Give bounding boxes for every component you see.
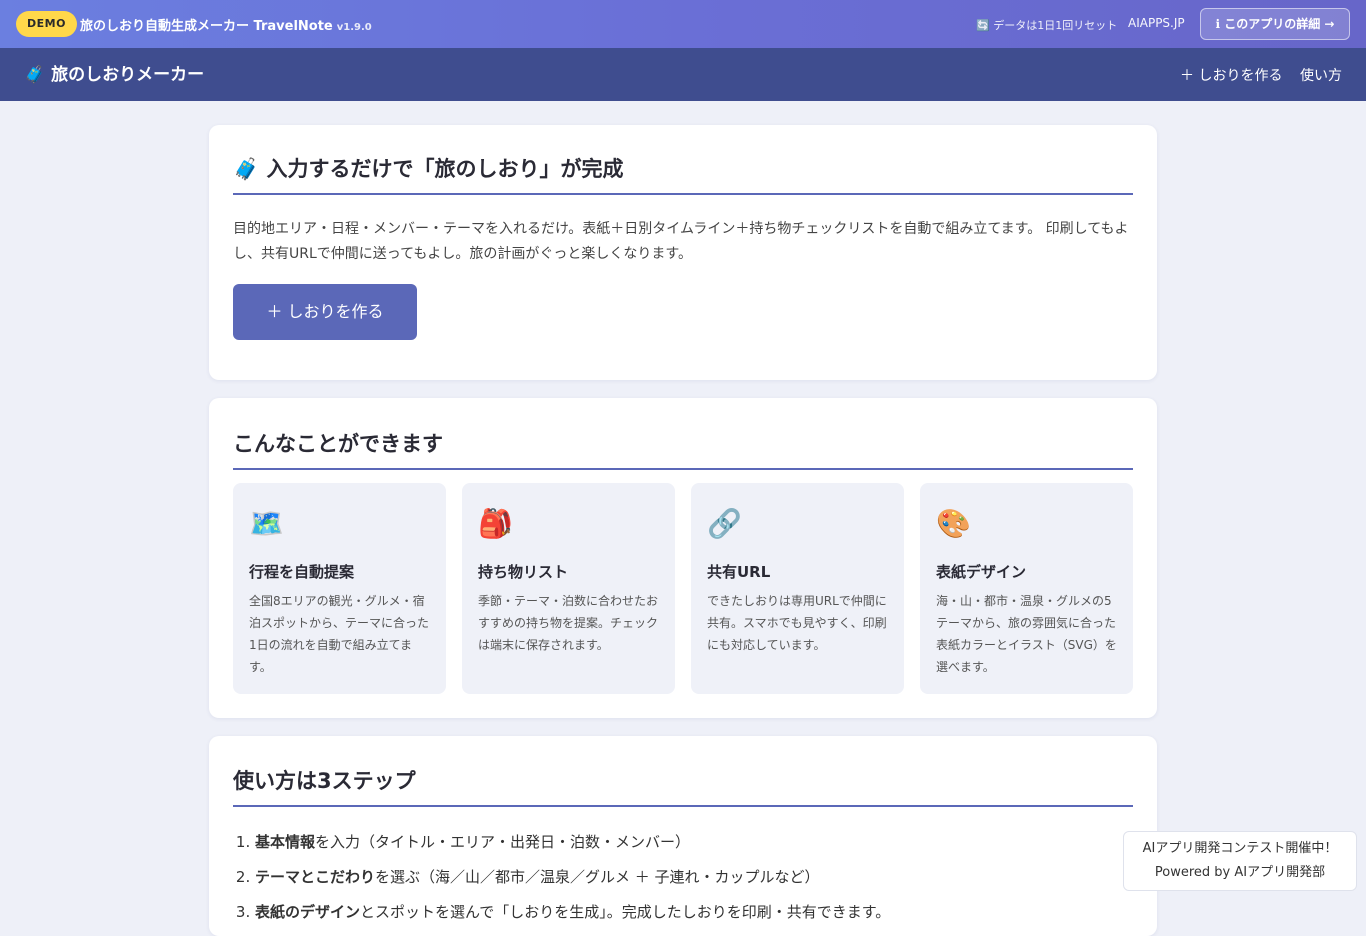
step-bold: テーマとこだわり — [255, 868, 376, 886]
step-text: を選ぶ（海／山／都市／温泉／グルメ ＋ 子連れ・カップルなど） — [375, 868, 820, 886]
step-item: 基本情報を入力（タイトル・エリア・出発日・泊数・メンバー） — [255, 825, 1133, 860]
feature-text: できたしおりは専用URLで仲間に共有。スマホでも見やすく、印刷にも対応しています… — [707, 594, 887, 652]
feature-item-packing: 🎒 持ち物リスト 季節・テーマ・泊数に合わせたおすすめの持ち物を提案。チェックは… — [462, 483, 675, 694]
app-logo[interactable]: 🧳 旅のしおりメーカー — [24, 60, 204, 85]
step-text: とスポットを選んで「しおりを生成」。完成したしおりを印刷・共有できます。 — [360, 903, 891, 921]
feature-title: 共有URL — [707, 563, 771, 581]
demo-app-title-text: 旅のしおり自動生成メーカー TravelNote — [80, 19, 333, 34]
palette-icon: 🎨 — [936, 507, 971, 540]
contest-banner[interactable]: AIアプリ開発コンテスト開催中！ Powered by AIアプリ開発部 — [1123, 831, 1357, 891]
step-list: 基本情報を入力（タイトル・エリア・出発日・泊数・メンバー） テーマとこだわりを選… — [233, 825, 1133, 930]
steps-title: 使い方は3ステップ — [233, 736, 1133, 807]
feature-text: 季節・テーマ・泊数に合わせたおすすめの持ち物を提案。チェックは端末に保存されます… — [478, 594, 659, 652]
feature-item-itinerary: 🗺️ 行程を自動提案 全国8エリアの観光・グルメ・宿泊スポットから、テーマに合っ… — [233, 483, 446, 694]
nav-create-link[interactable]: ＋ しおりを作る — [1180, 65, 1282, 85]
backpack-icon: 🎒 — [478, 507, 513, 540]
step-item: 表紙のデザインとスポットを選んで「しおりを生成」。完成したしおりを印刷・共有でき… — [255, 895, 1133, 930]
feature-grid: 🗺️ 行程を自動提案 全国8エリアの観光・グルメ・宿泊スポットから、テーマに合っ… — [233, 483, 1133, 694]
feature-title: 表紙デザイン — [936, 563, 1027, 581]
demo-badge: DEMO — [16, 11, 77, 37]
hero-card: 🧳 入力するだけで「旅のしおり」が完成 目的地エリア・日程・メンバー・テーマを入… — [209, 125, 1157, 380]
contest-powered-by: Powered by AIアプリ開発部 — [1154, 865, 1326, 880]
feature-text: 全国8エリアの観光・グルメ・宿泊スポットから、テーマに合った1日の流れを自動で組… — [249, 594, 430, 674]
feature-title: 行程を自動提案 — [249, 563, 355, 581]
nav-howto-link[interactable]: 使い方 — [1300, 65, 1342, 85]
site-link[interactable]: AIAPPS.JP — [1128, 16, 1185, 30]
create-shiori-button[interactable]: ＋ しおりを作る — [233, 284, 417, 340]
demo-bar: DEMO 旅のしおり自動生成メーカー TravelNote v1.9.0 🔄 デー… — [0, 0, 1366, 48]
app-detail-button[interactable]: ℹ このアプリの詳細 → — [1200, 8, 1350, 40]
version-label: v1.9.0 — [336, 22, 372, 33]
feature-title: 持ち物リスト — [478, 563, 569, 581]
step-item: テーマとこだわりを選ぶ（海／山／都市／温泉／グルメ ＋ 子連れ・カップルなど） — [255, 860, 1133, 895]
feature-item-share-url: 🔗 共有URL できたしおりは専用URLで仲間に共有。スマホでも見やすく、印刷に… — [691, 483, 904, 694]
feature-text: 海・山・都市・温泉・グルメの5テーマから、旅の雰囲気に合った表紙カラーとイラスト… — [936, 594, 1117, 674]
demo-app-title: 旅のしおり自動生成メーカー TravelNote v1.9.0 — [80, 15, 372, 34]
hero-title: 🧳 入力するだけで「旅のしおり」が完成 — [233, 125, 1133, 195]
link-icon: 🔗 — [707, 507, 742, 540]
contest-line: AIアプリ開発コンテスト開催中！ — [1142, 841, 1338, 856]
feature-item-cover-design: 🎨 表紙デザイン 海・山・都市・温泉・グルメの5テーマから、旅の雰囲気に合った表… — [920, 483, 1133, 694]
features-title: こんなことができます — [233, 398, 1133, 470]
step-text: を入力（タイトル・エリア・出発日・泊数・メンバー） — [315, 833, 691, 851]
app-header: 🧳 旅のしおりメーカー ＋ しおりを作る 使い方 — [0, 48, 1366, 101]
step-bold: 基本情報 — [255, 833, 316, 851]
hero-description: 目的地エリア・日程・メンバー・テーマを入れるだけ。表紙＋日別タイムライン＋持ち物… — [233, 221, 1129, 262]
step-bold: 表紙のデザイン — [255, 903, 361, 921]
features-card: こんなことができます 🗺️ 行程を自動提案 全国8エリアの観光・グルメ・宿泊スポ… — [209, 398, 1157, 718]
steps-card: 使い方は3ステップ 基本情報を入力（タイトル・エリア・出発日・泊数・メンバー） … — [209, 736, 1157, 936]
map-icon: 🗺️ — [249, 507, 284, 540]
reset-notice: 🔄 データは1日1回リセット — [976, 19, 1118, 32]
